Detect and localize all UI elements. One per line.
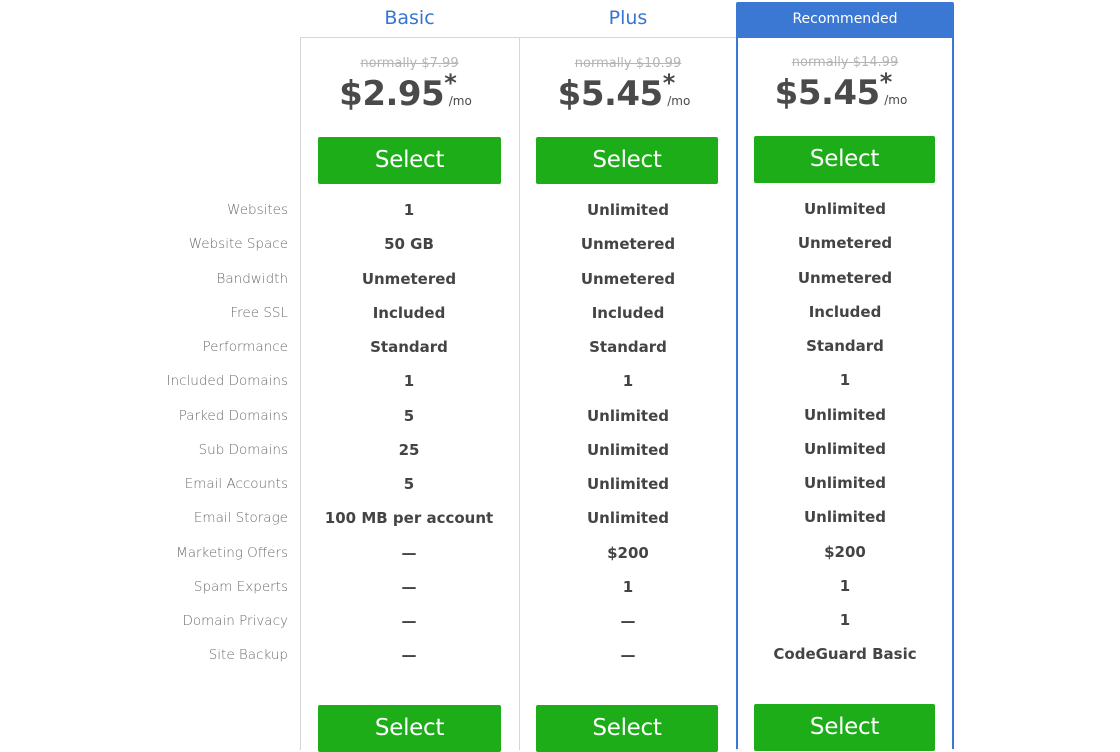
feature-label: Sub Domains	[198, 442, 288, 458]
feature-value: 1	[839, 611, 851, 629]
feature-value: —	[401, 544, 417, 562]
feature-value: Unlimited	[587, 441, 669, 459]
feature-value: —	[620, 612, 636, 630]
select-button-basic-bottom[interactable]: Select	[318, 705, 501, 752]
normal-price-basic: normally $7.99	[360, 56, 459, 71]
plan-title-basic: Basic	[384, 7, 435, 29]
feature-value: Unlimited	[587, 407, 669, 425]
select-button-recommended[interactable]: Select	[754, 136, 935, 183]
feature-value: Unmetered	[797, 269, 893, 287]
feature-label: Site Backup	[208, 647, 288, 663]
price-amount: $5.45	[557, 74, 664, 114]
plan-title-plus: Plus	[608, 7, 648, 29]
feature-label: Marketing Offers	[176, 545, 288, 561]
feature-label: Email Accounts	[184, 476, 288, 492]
feature-value: Standard	[370, 338, 448, 356]
feature-label: Websites	[227, 202, 288, 218]
price-period: /mo	[884, 93, 908, 107]
normal-price-plus: normally $10.99	[574, 56, 682, 71]
feature-value: —	[401, 646, 417, 664]
feature-value: 1	[403, 372, 415, 390]
feature-value: $200	[607, 544, 649, 562]
feature-value: 1	[403, 201, 415, 219]
feature-label: Parked Domains	[178, 408, 288, 424]
feature-value: —	[401, 578, 417, 596]
feature-value: 1	[839, 371, 851, 389]
select-button-basic[interactable]: Select	[318, 137, 501, 184]
price-basic: $2.95*/mo	[300, 69, 519, 118]
price-amount: $5.45	[774, 73, 881, 113]
price-asterisk: *	[662, 69, 676, 97]
recommended-header: Recommended	[736, 2, 954, 36]
select-button-plus-bottom[interactable]: Select	[536, 705, 718, 752]
price-asterisk: *	[444, 69, 457, 97]
price-recommended: $5.45*/mo	[736, 68, 954, 117]
feature-value: 50 GB	[384, 235, 434, 253]
feature-value: Unlimited	[804, 200, 886, 218]
select-button-recommended-bottom[interactable]: Select	[754, 704, 935, 751]
feature-value: Unlimited	[804, 508, 886, 526]
feature-value: 1	[622, 372, 634, 390]
feature-value: 1	[622, 578, 634, 596]
feature-value: Standard	[589, 338, 667, 356]
price-period: /mo	[667, 94, 691, 108]
feature-value: Included	[591, 304, 665, 322]
feature-label: Domain Privacy	[182, 613, 288, 629]
feature-value: 5	[403, 475, 415, 493]
feature-value: Unlimited	[587, 475, 669, 493]
feature-value: 100 MB per account	[324, 509, 494, 527]
feature-value: Unlimited	[804, 406, 886, 424]
feature-value: —	[401, 612, 417, 630]
feature-value: $200	[824, 543, 866, 561]
feature-value: Unmetered	[580, 235, 676, 253]
feature-label: Performance	[202, 339, 288, 355]
select-button-plus[interactable]: Select	[536, 137, 718, 184]
feature-value: Included	[372, 304, 446, 322]
feature-value: Unlimited	[587, 509, 669, 527]
feature-value: 25	[398, 441, 420, 459]
price-asterisk: *	[879, 68, 893, 96]
feature-value: Unlimited	[804, 440, 886, 458]
feature-label: Included Domains	[166, 373, 288, 389]
price-period: /mo	[448, 94, 472, 108]
feature-value: Standard	[806, 337, 884, 355]
price-amount: $2.95	[339, 74, 445, 114]
feature-value: 1	[839, 577, 851, 595]
feature-value: CodeGuard Basic	[773, 645, 917, 663]
feature-value: Unmetered	[361, 270, 457, 288]
feature-label: Spam Experts	[193, 579, 288, 595]
feature-label: Bandwidth	[216, 271, 288, 287]
feature-value: Included	[808, 303, 882, 321]
feature-value: Unmetered	[797, 234, 893, 252]
price-plus: $5.45*/mo	[519, 69, 737, 118]
normal-price-recommended: normally $14.99	[791, 55, 899, 70]
feature-value: Unlimited	[804, 474, 886, 492]
feature-label: Email Storage	[193, 510, 288, 526]
feature-value: —	[620, 646, 636, 664]
feature-value: 5	[403, 407, 415, 425]
feature-value: Unlimited	[587, 201, 669, 219]
feature-value: Unmetered	[580, 270, 676, 288]
feature-label: Website Space	[188, 236, 288, 252]
feature-label: Free SSL	[230, 305, 288, 321]
